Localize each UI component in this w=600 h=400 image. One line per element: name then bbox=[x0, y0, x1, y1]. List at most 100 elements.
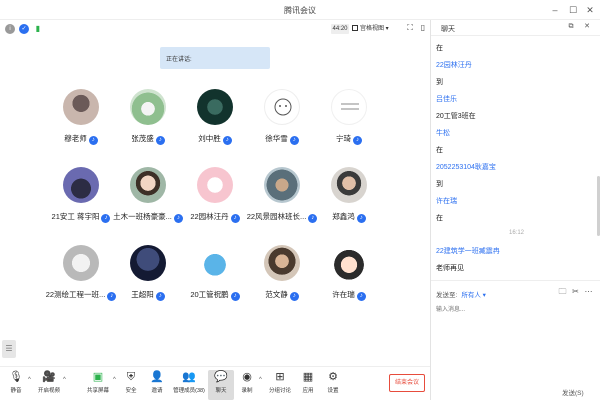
settings-button[interactable]: ⚙ 设置 bbox=[320, 370, 346, 400]
chat-message: 到 bbox=[436, 79, 443, 86]
avatar bbox=[264, 245, 300, 281]
chevron-down-icon: ▾ bbox=[480, 292, 486, 299]
chevron-up-icon[interactable]: ^ bbox=[259, 377, 262, 383]
chat-input[interactable] bbox=[436, 303, 594, 317]
participant-name: 22风景园林班长... bbox=[246, 212, 307, 221]
avatar bbox=[63, 89, 99, 125]
avatar bbox=[130, 245, 166, 281]
video-grid: 正在讲话: 穆老师 ♪ 张茂盛 ♪ 刘中胜 ♪ 徐华雪 ♪ 宁琦 ♪ 21安工 蒋宇阳 ♪ … bbox=[0, 38, 430, 366]
chat-sender[interactable]: 牛松 bbox=[436, 128, 450, 138]
breakout-button[interactable]: ⊞ 分组讨论 bbox=[265, 370, 295, 400]
avatar bbox=[331, 167, 367, 203]
users-icon: 👥 bbox=[182, 371, 196, 383]
participant-name: 土木一班杨豪豪... bbox=[113, 212, 172, 221]
avatar bbox=[63, 167, 99, 203]
breakout-icon: ⊞ bbox=[275, 371, 285, 383]
participant-name: 徐华雪 bbox=[265, 134, 288, 143]
chat-compose: 发送至:所有人 ▾ 🗀 ✂ ⋯ 发送(S) bbox=[431, 280, 600, 400]
avatar bbox=[264, 167, 300, 203]
speaking-indicator: 正在讲话: bbox=[160, 47, 270, 69]
folder-icon[interactable]: 🗀 bbox=[558, 287, 567, 296]
info-icon[interactable]: i bbox=[5, 24, 15, 34]
participant-name: 宁琦 bbox=[336, 134, 351, 143]
meeting-info-bar: i ✓ ▮ 44:20 宫格视图 ▾ ⛶ ▯ bbox=[0, 20, 430, 38]
send-button[interactable]: 发送(S) bbox=[562, 387, 584, 397]
chat-title: 聊天 bbox=[441, 26, 455, 33]
minimize-icon[interactable]: – bbox=[548, 3, 562, 17]
close-icon[interactable]: ✕ bbox=[583, 3, 597, 17]
chevron-up-icon[interactable]: ^ bbox=[113, 377, 116, 383]
apps-icon: ▦ bbox=[302, 371, 314, 383]
chat-timestamp: 16:12 bbox=[509, 230, 525, 236]
sidebar-toggle-icon[interactable]: ▯ bbox=[418, 23, 428, 33]
send-to-value: 所有人 bbox=[461, 292, 481, 299]
chat-header: 聊天 ⧉ ✕ bbox=[431, 20, 600, 36]
chat-sender[interactable]: 2052253104耿嘉宝 bbox=[436, 162, 496, 172]
more-icon[interactable]: ⋯ bbox=[584, 287, 593, 296]
chat-sender[interactable]: 许在瑞 bbox=[436, 196, 457, 206]
chevron-up-icon[interactable]: ^ bbox=[63, 377, 66, 383]
gear-icon: ⚙ bbox=[328, 371, 338, 383]
record-icon: ◉ bbox=[242, 371, 252, 383]
shield-icon: ⛨ bbox=[126, 371, 136, 383]
mic-icon: ♪ bbox=[222, 136, 232, 145]
participant-tile[interactable]: 许在瑞 ♪ bbox=[304, 245, 394, 315]
signal-icon[interactable]: ▮ bbox=[33, 24, 43, 34]
participant-name: 范文静 bbox=[265, 290, 288, 299]
microphone-icon: 🎙 bbox=[9, 371, 23, 383]
participant-name: 王超阳 bbox=[131, 290, 154, 299]
maximize-icon[interactable]: ☐ bbox=[566, 3, 580, 17]
chat-message: 在 bbox=[436, 45, 443, 52]
security-button[interactable]: ⛨ 安全 bbox=[118, 370, 144, 400]
shield-icon[interactable]: ✓ bbox=[19, 24, 29, 34]
avatar bbox=[197, 89, 233, 125]
chat-sender[interactable]: 22建筑学一班臧震冉 bbox=[436, 246, 500, 256]
apps-button[interactable]: ▦ 应用 bbox=[295, 370, 321, 400]
view-mode-button[interactable]: 宫格视图 ▾ bbox=[352, 24, 400, 34]
record-button[interactable]: ◉ 录制 bbox=[234, 370, 260, 400]
participant-name: 21安工 蒋宇阳 bbox=[51, 212, 100, 221]
participant-name: 20工管祝鹏 bbox=[190, 290, 229, 299]
members-button[interactable]: 👥 管理成员(38) bbox=[172, 370, 206, 400]
text-image-icon bbox=[341, 103, 359, 110]
chat-message-list: 在 22园林汪丹 到 吕佳乐 20工管3班在 牛松 在 2052253104耿嘉… bbox=[431, 36, 600, 298]
mic-icon: ♪ bbox=[88, 136, 98, 145]
send-to-selector[interactable]: 发送至: 所有人 ▾ bbox=[436, 289, 486, 299]
chat-sender[interactable]: 吕佳乐 bbox=[436, 94, 457, 104]
mute-button[interactable]: 🎙 静音 bbox=[3, 370, 29, 400]
fullscreen-icon[interactable]: ⛶ bbox=[405, 23, 415, 33]
participant-name: 穆老师 bbox=[64, 134, 87, 143]
participant-name: 郑鑫鸿 bbox=[332, 212, 355, 221]
grid-icon bbox=[352, 25, 358, 31]
participant-tile[interactable]: 郑鑫鸿 ♪ bbox=[304, 167, 394, 237]
invite-button[interactable]: 👤 邀请 bbox=[144, 370, 170, 400]
chat-icon: 💬 bbox=[214, 371, 228, 383]
screenshot-icon[interactable]: ✂ bbox=[571, 287, 580, 296]
chat-message: 老师再见 bbox=[436, 265, 464, 272]
chat-message: 到 bbox=[436, 181, 443, 188]
chat-sender[interactable]: 22园林汪丹 bbox=[436, 60, 472, 70]
avatar bbox=[63, 245, 99, 281]
chat-button[interactable]: 💬 聊天 bbox=[208, 370, 234, 400]
mic-icon: ♪ bbox=[356, 214, 366, 223]
chevron-up-icon[interactable]: ^ bbox=[28, 377, 31, 383]
participant-name: 22园林汪丹 bbox=[190, 212, 229, 221]
close-icon[interactable]: ✕ bbox=[583, 23, 591, 31]
participant-tile[interactable]: 宁琦 ♪ bbox=[304, 89, 394, 159]
collapse-panel-icon[interactable]: ☰ bbox=[2, 340, 16, 358]
video-button[interactable]: 🎥 开启视频 bbox=[36, 370, 62, 400]
share-screen-button[interactable]: ▣ 共享屏幕 bbox=[85, 370, 111, 400]
mic-icon: ♪ bbox=[353, 136, 362, 145]
send-to-label: 发送至: bbox=[436, 292, 458, 299]
popout-icon[interactable]: ⧉ bbox=[567, 23, 575, 31]
avatar bbox=[264, 89, 300, 125]
chat-panel: 聊天 ⧉ ✕ 在 22园林汪丹 到 吕佳乐 20工管3班在 牛松 在 20522… bbox=[430, 20, 600, 400]
end-meeting-button[interactable]: 结束会议 bbox=[389, 374, 425, 392]
participant-name: 许在瑞 bbox=[332, 290, 355, 299]
avatar bbox=[130, 167, 166, 203]
avatar bbox=[197, 245, 233, 281]
camera-off-icon: 🎥 bbox=[42, 371, 56, 383]
chat-message: 在 bbox=[436, 215, 443, 222]
mic-icon: ♪ bbox=[356, 292, 366, 301]
mic-icon: ♪ bbox=[155, 136, 165, 145]
